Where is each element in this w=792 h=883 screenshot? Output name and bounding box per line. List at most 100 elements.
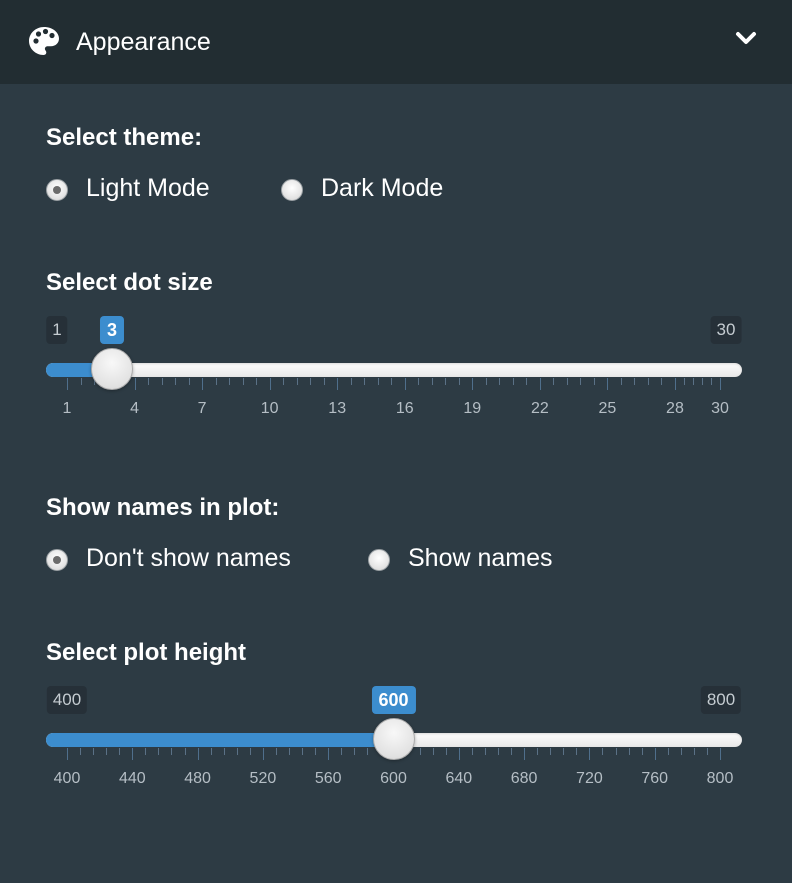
dot-size-label: Select dot size	[46, 269, 213, 296]
slider-tick-label: 16	[395, 400, 414, 417]
slider-minor-tick	[302, 748, 304, 755]
slider-min-label: 1	[46, 316, 68, 344]
radio-light-mode[interactable]: Light Mode	[46, 174, 226, 207]
slider-minor-tick	[210, 748, 212, 755]
dot-size-slider[interactable]: 1 30 3 1 4 7 10 13 16 19 22 25 28 30	[46, 316, 742, 426]
slider-major-tick	[539, 378, 541, 390]
slider-major-tick	[134, 378, 136, 390]
slider-major-tick	[589, 748, 591, 760]
slider-minor-tick	[119, 748, 121, 755]
slider-tick-label: 10	[260, 400, 279, 417]
slider-minor-tick	[377, 378, 379, 385]
slider-minor-tick	[256, 378, 258, 385]
slider-minor-tick	[431, 378, 433, 385]
slider-minor-tick	[667, 748, 669, 755]
slider-minor-tick	[236, 748, 238, 755]
slider-minor-tick	[710, 378, 712, 385]
slider-minor-tick	[106, 748, 108, 755]
slider-minor-tick	[93, 748, 95, 755]
slider-minor-tick	[484, 748, 486, 755]
slider-minor-tick	[364, 378, 366, 385]
slider-minor-tick	[706, 748, 708, 755]
radio-label: Show names	[408, 544, 553, 572]
slider-major-tick	[524, 748, 526, 760]
slider-major-tick	[197, 748, 199, 760]
slider-minor-tick	[628, 748, 630, 755]
slider-minor-tick	[171, 748, 173, 755]
slider-major-tick	[337, 378, 339, 390]
slider-minor-tick	[512, 378, 514, 385]
plot-height-label: Select plot height	[46, 639, 247, 666]
slider-tick-label: 28	[666, 400, 684, 417]
slider-minor-tick	[693, 748, 695, 755]
slider-minor-tick	[354, 748, 356, 755]
slider-tick-label: 760	[641, 770, 669, 787]
slider-max-label: 30	[710, 316, 742, 344]
slider-major-tick	[720, 378, 721, 390]
slider-handle[interactable]	[91, 348, 134, 390]
slider-minor-tick	[175, 378, 177, 385]
slider-major-tick	[458, 748, 460, 760]
radio-dont-show-names[interactable]: Don't show names	[46, 544, 316, 577]
slider-minor-tick	[526, 378, 528, 385]
slider-minor-tick	[471, 748, 473, 755]
slider-minor-tick	[296, 378, 298, 385]
slider-major-tick	[132, 748, 134, 760]
slider-minor-tick	[692, 378, 694, 385]
slider-minor-tick	[391, 378, 393, 385]
slider-minor-tick	[576, 748, 578, 755]
slider-tick-label: 560	[314, 770, 342, 787]
slider-value-label: 3	[100, 316, 125, 344]
slider-minor-tick	[350, 378, 352, 385]
slider-tick-label: 25	[598, 400, 617, 417]
slider-minor-tick	[80, 748, 82, 755]
slider-minor-tick	[283, 378, 285, 385]
slider-minor-tick	[458, 378, 460, 385]
palette-icon	[29, 27, 59, 55]
radio-circle[interactable]	[46, 549, 68, 571]
radio-label: Dark Mode	[321, 174, 444, 202]
slider-tick-label: 440	[118, 770, 146, 787]
slider-tick-label: 400	[53, 770, 81, 787]
plot-height-slider[interactable]: 400 800 600 400 440 480 520 560 600 640 680 720 7…	[46, 686, 742, 796]
slider-minor-tick	[419, 748, 421, 755]
slider-handle[interactable]	[372, 718, 415, 760]
slider-minor-tick	[680, 748, 682, 755]
slider-minor-tick	[537, 748, 539, 755]
slider-minor-tick	[620, 378, 622, 385]
slider-minor-tick	[566, 378, 568, 385]
radio-dark-mode[interactable]: Dark Mode	[281, 174, 461, 207]
theme-label: Select theme:	[46, 124, 203, 151]
slider-minor-tick	[184, 748, 186, 755]
slider-minor-tick	[485, 378, 487, 385]
chevron-down-icon[interactable]	[735, 30, 757, 48]
appearance-header[interactable]: Appearance	[0, 0, 792, 84]
slider-minor-tick	[323, 378, 325, 385]
slider-major-tick	[472, 378, 474, 390]
radio-circle[interactable]	[368, 549, 390, 571]
slider-minor-tick	[310, 378, 312, 385]
slider-minor-tick	[602, 748, 604, 755]
slider-minor-tick	[188, 378, 190, 385]
slider-minor-tick	[553, 378, 555, 385]
slider-major-tick	[404, 378, 406, 390]
radio-circle[interactable]	[281, 179, 303, 201]
slider-track[interactable]	[46, 363, 742, 377]
slider-major-tick	[654, 748, 656, 760]
slider-tick-label: 19	[463, 400, 482, 417]
slider-minor-tick	[647, 378, 649, 385]
slider-tick-label: 640	[445, 770, 473, 787]
slider-minor-tick	[580, 378, 582, 385]
slider-minor-tick	[223, 748, 225, 755]
slider-min-label: 400	[46, 686, 88, 714]
slider-major-tick	[202, 378, 204, 390]
radio-show-names[interactable]: Show names	[368, 544, 568, 577]
slider-value-label: 600	[371, 686, 416, 714]
slider-minor-tick	[289, 748, 291, 755]
slider-major-tick	[269, 378, 271, 390]
slider-tick-label: 13	[328, 400, 347, 417]
radio-circle[interactable]	[46, 179, 68, 201]
slider-minor-tick	[499, 378, 501, 385]
slider-minor-tick	[275, 748, 277, 755]
slider-major-tick	[328, 748, 330, 760]
